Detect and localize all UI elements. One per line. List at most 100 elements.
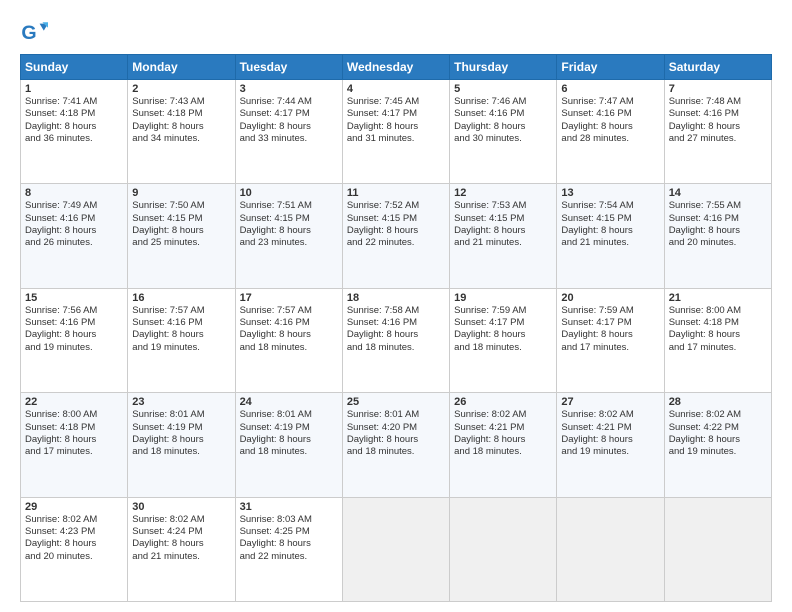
day-info-line: Daylight: 8 hours [132,434,230,446]
day-info-line: Sunset: 4:15 PM [240,213,338,225]
day-info-line: and 20 minutes. [25,551,123,563]
page: G SundayMondayTuesdayWednesdayThursdayFr… [0,0,792,612]
calendar-cell: 13Sunrise: 7:54 AMSunset: 4:15 PMDayligh… [557,184,664,288]
day-info-line: and 21 minutes. [561,237,659,249]
day-info-line: Daylight: 8 hours [454,121,552,133]
day-info-line: and 31 minutes. [347,133,445,145]
calendar-cell: 7Sunrise: 7:48 AMSunset: 4:16 PMDaylight… [664,80,771,184]
day-info-line: Daylight: 8 hours [240,121,338,133]
day-number: 21 [669,292,767,304]
day-info-line: Sunrise: 7:52 AM [347,200,445,212]
calendar-cell: 16Sunrise: 7:57 AMSunset: 4:16 PMDayligh… [128,288,235,392]
top-header: G [20,18,772,46]
calendar-cell: 2Sunrise: 7:43 AMSunset: 4:18 PMDaylight… [128,80,235,184]
day-info-line: Sunrise: 8:01 AM [347,409,445,421]
calendar-cell: 17Sunrise: 7:57 AMSunset: 4:16 PMDayligh… [235,288,342,392]
day-number: 29 [25,501,123,513]
day-info-line: and 18 minutes. [347,446,445,458]
day-number: 12 [454,187,552,199]
day-info-line: Daylight: 8 hours [347,225,445,237]
calendar-cell: 1Sunrise: 7:41 AMSunset: 4:18 PMDaylight… [21,80,128,184]
day-info-line: Sunset: 4:17 PM [454,317,552,329]
header-friday: Friday [557,55,664,80]
day-info-line: Daylight: 8 hours [240,434,338,446]
calendar-cell: 25Sunrise: 8:01 AMSunset: 4:20 PMDayligh… [342,393,449,497]
calendar-cell: 18Sunrise: 7:58 AMSunset: 4:16 PMDayligh… [342,288,449,392]
logo: G [20,18,52,46]
calendar-cell: 10Sunrise: 7:51 AMSunset: 4:15 PMDayligh… [235,184,342,288]
day-info-line: Daylight: 8 hours [669,329,767,341]
day-info-line: Daylight: 8 hours [561,329,659,341]
day-info-line: and 36 minutes. [25,133,123,145]
calendar-cell: 15Sunrise: 7:56 AMSunset: 4:16 PMDayligh… [21,288,128,392]
day-info-line: and 19 minutes. [25,342,123,354]
day-info-line: Sunset: 4:16 PM [25,317,123,329]
day-info-line: Sunset: 4:18 PM [25,422,123,434]
day-info-line: Daylight: 8 hours [669,434,767,446]
day-info-line: Daylight: 8 hours [454,434,552,446]
day-info-line: and 25 minutes. [132,237,230,249]
day-info-line: Sunset: 4:21 PM [561,422,659,434]
day-info-line: Sunset: 4:17 PM [561,317,659,329]
day-info-line: Daylight: 8 hours [454,225,552,237]
day-number: 14 [669,187,767,199]
day-number: 5 [454,83,552,95]
day-info-line: and 22 minutes. [347,237,445,249]
day-number: 17 [240,292,338,304]
day-info-line: Sunrise: 7:46 AM [454,96,552,108]
day-info-line: Sunrise: 8:03 AM [240,514,338,526]
day-info-line: and 18 minutes. [132,446,230,458]
day-info-line: Sunrise: 7:57 AM [132,305,230,317]
calendar-cell: 28Sunrise: 8:02 AMSunset: 4:22 PMDayligh… [664,393,771,497]
day-info-line: Sunset: 4:25 PM [240,526,338,538]
calendar-cell: 23Sunrise: 8:01 AMSunset: 4:19 PMDayligh… [128,393,235,497]
day-info-line: Sunrise: 8:02 AM [132,514,230,526]
day-number: 24 [240,396,338,408]
day-info-line: Sunset: 4:15 PM [561,213,659,225]
day-info-line: and 28 minutes. [561,133,659,145]
calendar-cell: 19Sunrise: 7:59 AMSunset: 4:17 PMDayligh… [450,288,557,392]
day-number: 13 [561,187,659,199]
day-info-line: Sunrise: 8:00 AM [669,305,767,317]
header-tuesday: Tuesday [235,55,342,80]
day-info-line: Daylight: 8 hours [561,121,659,133]
calendar-cell: 22Sunrise: 8:00 AMSunset: 4:18 PMDayligh… [21,393,128,497]
week-row-4: 22Sunrise: 8:00 AMSunset: 4:18 PMDayligh… [21,393,772,497]
day-number: 2 [132,83,230,95]
day-info-line: Sunrise: 7:55 AM [669,200,767,212]
day-info-line: Sunset: 4:16 PM [25,213,123,225]
day-info-line: Sunrise: 7:41 AM [25,96,123,108]
day-info-line: and 17 minutes. [561,342,659,354]
day-info-line: Daylight: 8 hours [240,225,338,237]
day-number: 6 [561,83,659,95]
calendar-cell: 12Sunrise: 7:53 AMSunset: 4:15 PMDayligh… [450,184,557,288]
day-info-line: Sunset: 4:18 PM [25,108,123,120]
day-info-line: Sunset: 4:15 PM [347,213,445,225]
day-info-line: and 19 minutes. [132,342,230,354]
day-info-line: Sunset: 4:22 PM [669,422,767,434]
day-number: 18 [347,292,445,304]
calendar-cell: 21Sunrise: 8:00 AMSunset: 4:18 PMDayligh… [664,288,771,392]
day-info-line: and 26 minutes. [25,237,123,249]
day-info-line: Sunset: 4:21 PM [454,422,552,434]
day-info-line: Daylight: 8 hours [132,121,230,133]
day-number: 3 [240,83,338,95]
day-info-line: Daylight: 8 hours [240,538,338,550]
day-info-line: Sunrise: 7:51 AM [240,200,338,212]
day-info-line: Sunrise: 8:00 AM [25,409,123,421]
calendar-cell: 3Sunrise: 7:44 AMSunset: 4:17 PMDaylight… [235,80,342,184]
day-info-line: Sunset: 4:17 PM [240,108,338,120]
day-info-line: Sunrise: 8:01 AM [132,409,230,421]
calendar-cell [342,497,449,601]
day-info-line: Daylight: 8 hours [669,121,767,133]
day-info-line: Sunrise: 7:59 AM [561,305,659,317]
calendar-cell: 14Sunrise: 7:55 AMSunset: 4:16 PMDayligh… [664,184,771,288]
day-info-line: and 27 minutes. [669,133,767,145]
day-info-line: Sunset: 4:18 PM [669,317,767,329]
day-info-line: Sunrise: 7:43 AM [132,96,230,108]
day-number: 11 [347,187,445,199]
day-number: 16 [132,292,230,304]
day-info-line: Sunrise: 7:54 AM [561,200,659,212]
day-number: 25 [347,396,445,408]
day-info-line: and 22 minutes. [240,551,338,563]
